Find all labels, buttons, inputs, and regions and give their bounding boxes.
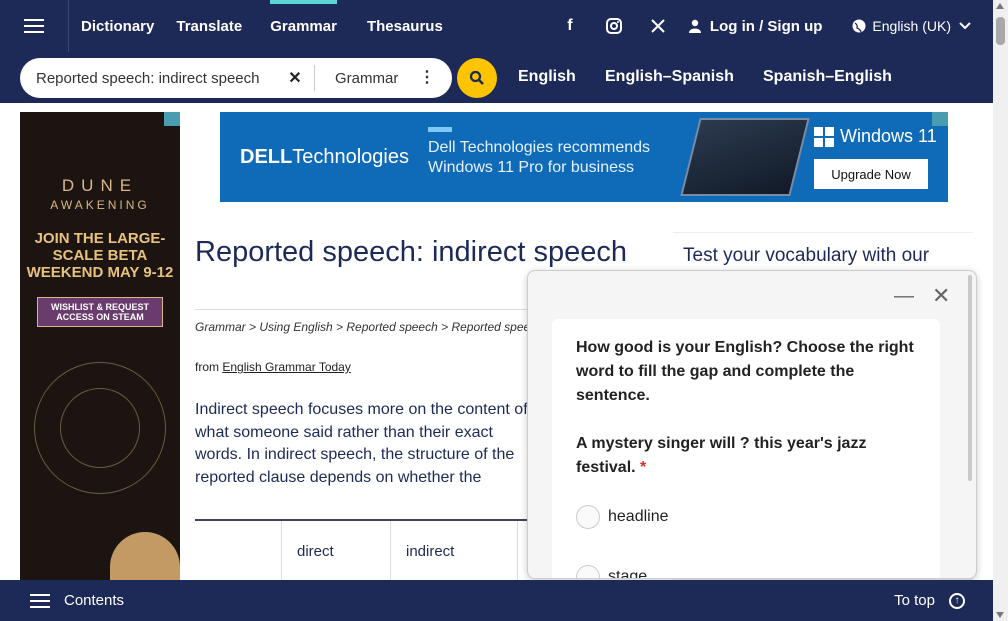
table-column-divider (517, 521, 518, 581)
scroll-up-icon[interactable] (996, 3, 1004, 9)
language-label: English (UK) (872, 18, 951, 34)
dell-logo: DELLTechnologies (240, 146, 409, 168)
login-link[interactable]: Log in / Sign up (688, 18, 822, 35)
ad-decoration-inner (60, 388, 140, 468)
ad-character-image (110, 532, 180, 580)
windows-logo: Windows 11 (814, 126, 937, 147)
source-link[interactable]: English Grammar Today (222, 360, 351, 374)
arrow-up-icon[interactable]: ↑ (949, 592, 965, 609)
search-box: Reported speech: indirect speech ✕ Gramm… (20, 58, 452, 98)
source-line: from English Grammar Today (195, 360, 351, 374)
top-navigation: Dictionary Translate Grammar Thesaurus f… (0, 0, 993, 52)
accent-bar (428, 127, 452, 132)
banner-text-line1: Dell Technologies recommends (428, 139, 651, 156)
table-column-divider (390, 521, 391, 581)
upgrade-now-button[interactable]: Upgrade Now (814, 159, 928, 189)
table-header-indirect: indirect (406, 543, 455, 560)
nav-thesaurus[interactable]: Thesaurus (367, 0, 443, 52)
radio-button[interactable] (576, 565, 600, 578)
left-advertisement[interactable]: DUNE AWAKENING JOIN THE LARGE-SCALE BETA… (20, 112, 180, 580)
menu-button[interactable] (0, 0, 69, 52)
table-header-direct: direct (297, 543, 334, 560)
chevron-down-icon (959, 22, 971, 30)
ad-logo-line2: AWAKENING (50, 198, 150, 212)
vocab-quiz-title: Test your vocabulary with our (683, 245, 930, 266)
divider (314, 65, 315, 91)
quiz-option-label: headline (608, 508, 669, 525)
ad-choices-icon[interactable] (164, 112, 180, 126)
required-mark: * (640, 459, 647, 476)
search-button[interactable] (457, 58, 497, 98)
banner-text: Dell Technologies recommends Windows 11 … (428, 138, 650, 178)
dict-link-english[interactable]: English (518, 68, 576, 86)
quiz-popup: — ✕ How good is your English? Choose the… (527, 270, 977, 579)
login-label: Log in / Sign up (709, 17, 823, 35)
dictionary-selector[interactable]: Grammar (335, 70, 419, 87)
search-input[interactable]: Reported speech: indirect speech (36, 70, 280, 87)
quiz-scrollbar[interactable] (968, 275, 972, 481)
radio-button[interactable] (576, 505, 600, 529)
breadcrumb[interactable]: Grammar > Using English > Reported speec… (195, 320, 530, 334)
vocab-quiz-widget[interactable]: Test your vocabulary with our (673, 232, 973, 272)
ad-logo-line1: DUNE (61, 176, 139, 195)
banner-advertisement[interactable]: DELLTechnologies Dell Technologies recom… (220, 112, 948, 202)
ad-choices-icon[interactable] (932, 112, 948, 126)
quiz-sentence: A mystery singer will ? this year's jazz… (576, 435, 867, 476)
quiz-option[interactable]: headline (576, 505, 669, 529)
dict-link-english-spanish[interactable]: English–Spanish (605, 68, 734, 86)
quiz-question: How good is your English? Choose the rig… (576, 339, 914, 404)
page-scrollbar[interactable] (993, 0, 1008, 621)
bottom-bar: Contents To top ↑ (0, 580, 993, 621)
hamburger-icon (24, 25, 44, 27)
page-title: Reported speech: indirect speech (195, 236, 628, 268)
x-icon[interactable] (636, 18, 680, 34)
windows-icon (814, 126, 834, 147)
facebook-icon[interactable]: f (548, 17, 592, 35)
contents-button[interactable]: Contents (64, 592, 124, 609)
scroll-thumb[interactable] (996, 17, 1005, 45)
divider (195, 309, 535, 310)
nav-dictionary[interactable]: Dictionary (81, 0, 154, 52)
search-icon (469, 70, 484, 85)
quiz-option[interactable]: stage (576, 565, 648, 579)
table-top-border (195, 519, 535, 521)
windows-label: Windows 11 (840, 126, 937, 146)
scroll-down-icon[interactable] (996, 612, 1004, 618)
table-column-divider (281, 521, 282, 581)
ad-cta-button[interactable]: WISHLIST & REQUEST ACCESS ON STEAM (37, 297, 163, 327)
nav-grammar[interactable]: Grammar (270, 0, 337, 52)
quiz-option-label: stage (608, 568, 648, 579)
instagram-icon[interactable] (592, 18, 636, 34)
nav-translate[interactable]: Translate (176, 0, 242, 52)
clear-icon[interactable]: ✕ (280, 68, 310, 88)
source-prefix: from (195, 360, 223, 374)
banner-text-line2: Windows 11 Pro for business (428, 159, 635, 176)
language-selector[interactable]: English (UK) (852, 18, 971, 34)
intro-paragraph: Indirect speech focuses more on the cont… (195, 401, 528, 486)
to-top-link[interactable]: To top (894, 592, 935, 609)
minimize-icon[interactable]: — (894, 285, 914, 308)
close-icon[interactable]: ✕ (932, 283, 950, 309)
laptop-image (680, 118, 810, 196)
more-options-icon[interactable]: ⋮ (419, 70, 435, 86)
user-icon (688, 19, 701, 33)
dict-link-spanish-english[interactable]: Spanish–English (763, 68, 892, 86)
globe-icon (852, 19, 866, 33)
hamburger-icon[interactable] (30, 599, 50, 602)
ad-headline: JOIN THE LARGE-SCALE BETA WEEKEND MAY 9-… (26, 230, 174, 281)
quiz-card: How good is your English? Choose the rig… (552, 319, 940, 579)
